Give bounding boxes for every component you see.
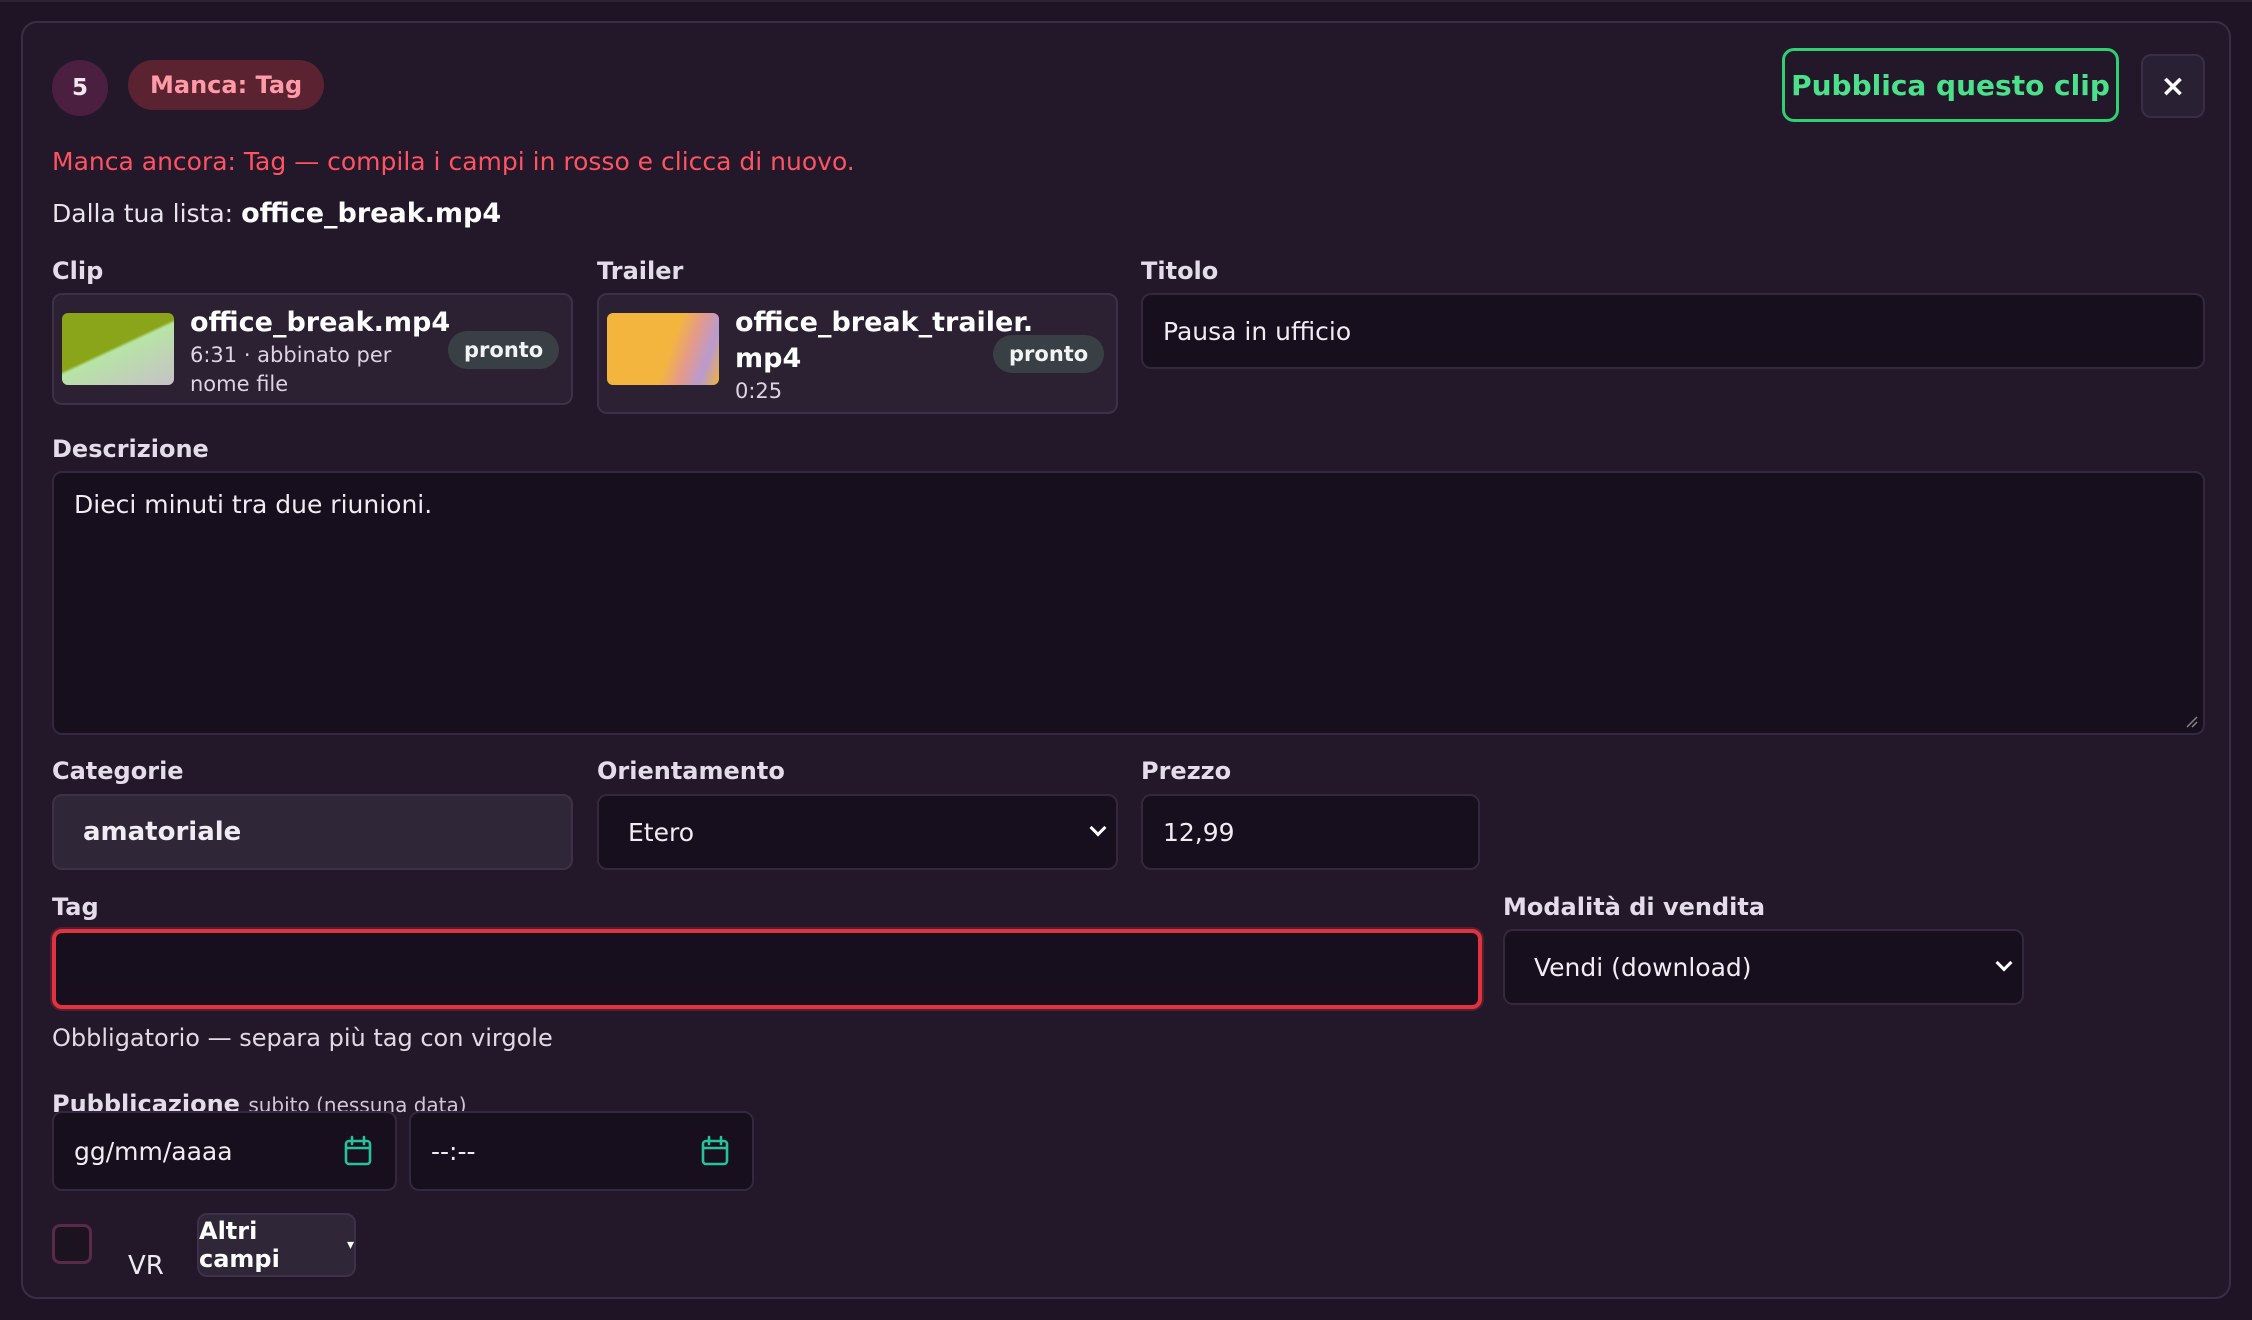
more-fields-button[interactable]: Altri campi ▾ xyxy=(197,1213,356,1277)
error-message: Manca ancora: Tag — compila i campi in r… xyxy=(52,147,855,176)
more-fields-label: Altri campi xyxy=(199,1217,280,1273)
top-divider xyxy=(0,0,2252,2)
title-input[interactable]: Pausa in ufficio xyxy=(1141,293,2205,369)
tag-label: Tag xyxy=(52,893,99,921)
description-label: Descrizione xyxy=(52,435,209,463)
from-list-line: Dalla tua lista: office_break.mp4 xyxy=(52,198,501,229)
publication-date-input[interactable]: gg/mm/aaaa xyxy=(52,1111,397,1191)
clip-file-meta-1: 6:31 · abbinato per xyxy=(190,343,392,367)
step-number-badge: 5 xyxy=(52,60,108,116)
trailer-file-name-1: office_break_trailer. xyxy=(735,307,1034,338)
description-text: Dieci minuti tra due riunioni. xyxy=(74,490,433,519)
caret-down-icon: ▾ xyxy=(346,1237,354,1253)
time-placeholder: --:-- xyxy=(431,1136,476,1166)
tag-input[interactable] xyxy=(52,929,1482,1009)
orientation-label: Orientamento xyxy=(597,757,785,785)
clip-thumbnail xyxy=(62,313,174,385)
missing-field-badge: Manca: Tag xyxy=(128,60,325,110)
trailer-status-badge: pronto xyxy=(993,335,1105,373)
publish-clip-button[interactable]: Pubblica questo clip xyxy=(1782,48,2119,122)
tag-hint: Obbligatorio — separa più tag con virgol… xyxy=(52,1024,553,1052)
trailer-file-meta: 0:25 xyxy=(735,379,783,403)
chevron-down-icon xyxy=(1089,819,1107,837)
trailer-thumbnail xyxy=(607,313,719,385)
clip-card: 5 Manca: Tag Pubblica questo clip × Manc… xyxy=(21,21,2231,1299)
categories-input[interactable]: amatoriale xyxy=(52,794,573,870)
price-label: Prezzo xyxy=(1141,757,1232,785)
publication-time-input[interactable]: --:-- xyxy=(409,1111,754,1191)
chevron-down-icon xyxy=(1995,954,2013,972)
calendar-icon[interactable] xyxy=(343,1135,373,1167)
orientation-select[interactable]: Etero xyxy=(597,794,1118,870)
sale-mode-select[interactable]: Vendi (download) xyxy=(1503,929,2024,1005)
vr-label: VR xyxy=(128,1251,164,1281)
clip-file-name: office_break.mp4 xyxy=(190,307,451,338)
trailer-file-card[interactable]: office_break_trailer. mp4 0:25 pronto xyxy=(597,293,1118,414)
date-placeholder: gg/mm/aaaa xyxy=(74,1136,233,1166)
resize-grip-icon[interactable] xyxy=(2184,714,2198,728)
categories-label: Categorie xyxy=(52,757,184,785)
clip-file-card[interactable]: office_break.mp4 6:31 · abbinato per nom… xyxy=(52,293,573,405)
orientation-value: Etero xyxy=(628,817,695,847)
price-input[interactable]: 12,99 xyxy=(1141,794,1480,870)
clip-status-badge: pronto xyxy=(448,331,560,369)
trailer-file-name-2: mp4 xyxy=(735,343,802,374)
vr-checkbox[interactable] xyxy=(52,1224,92,1264)
from-list-prefix: Dalla tua lista: xyxy=(52,199,234,228)
calendar-icon[interactable] xyxy=(700,1135,730,1167)
clip-label: Clip xyxy=(52,257,104,285)
from-list-filename: office_break.mp4 xyxy=(241,198,502,229)
close-icon: × xyxy=(2160,68,2186,104)
trailer-label: Trailer xyxy=(597,257,684,285)
title-label: Titolo xyxy=(1141,257,1219,285)
sale-mode-value: Vendi (download) xyxy=(1534,952,1752,982)
clip-file-meta-2: nome file xyxy=(190,372,289,396)
close-button[interactable]: × xyxy=(2141,54,2205,118)
description-textarea[interactable]: Dieci minuti tra due riunioni. xyxy=(52,471,2205,735)
sale-mode-label: Modalità di vendita xyxy=(1503,893,1766,921)
